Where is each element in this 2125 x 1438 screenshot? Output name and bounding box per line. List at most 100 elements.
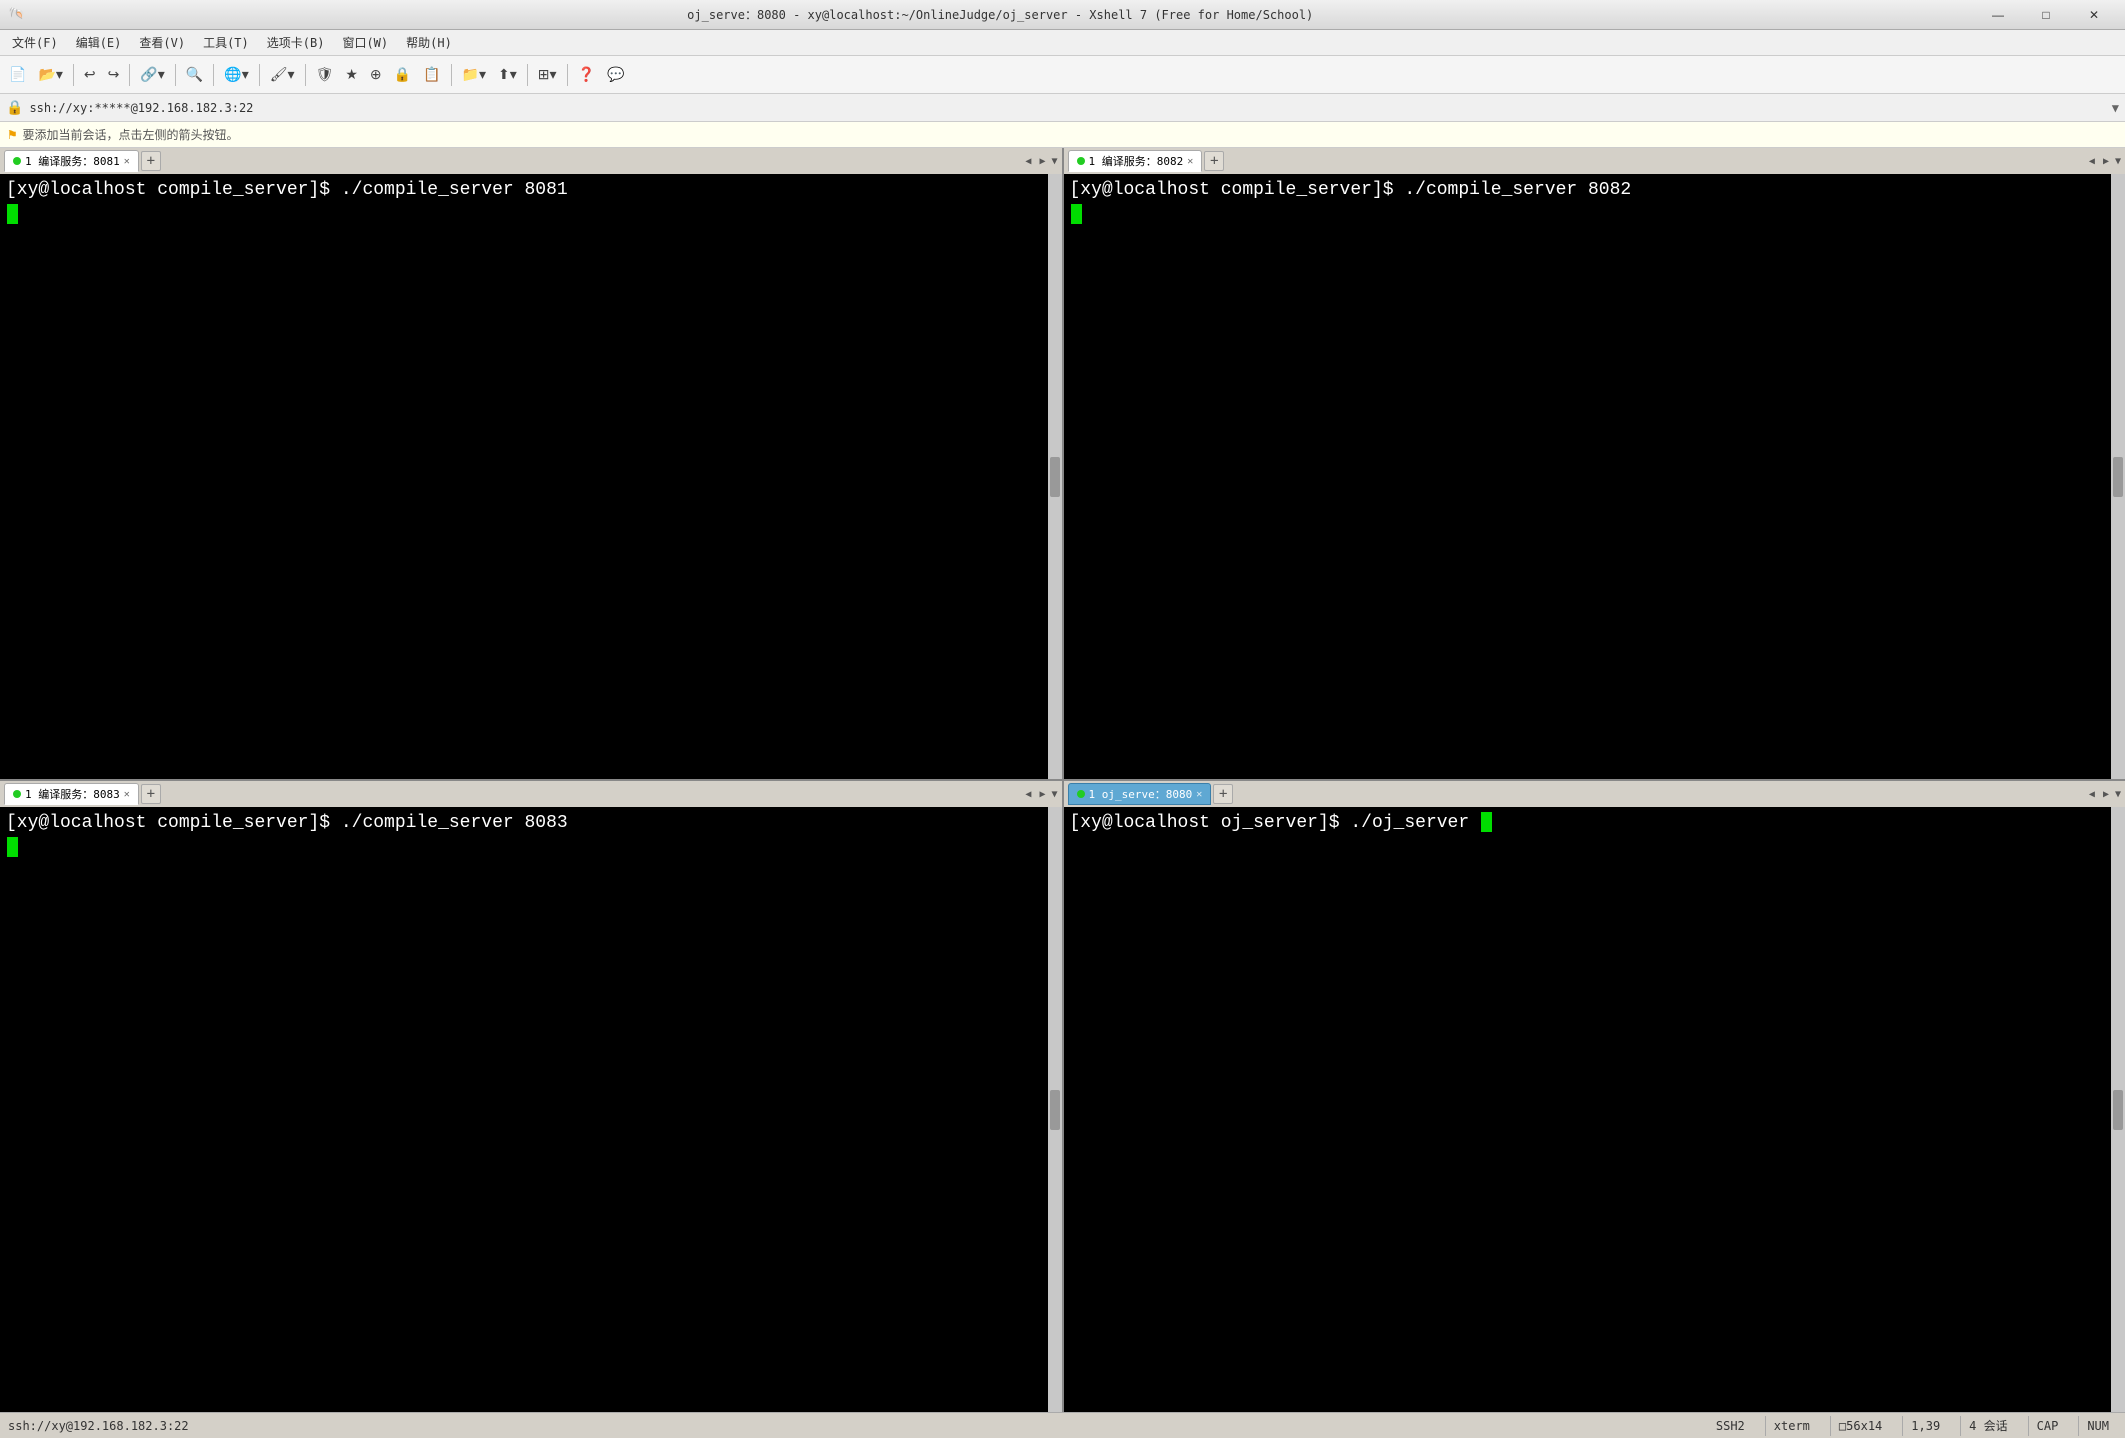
pane-bottom-left-tab-bar: 1 编译服务：8083 ✕ + ◀ ▶ ▼ <box>0 781 1062 807</box>
terminal-top-right[interactable]: [xy@localhost compile_server]$ ./compile… <box>1064 174 2112 779</box>
scrollbar-bottom-right[interactable] <box>2111 807 2125 1412</box>
address-text: ssh://xy:*****@192.168.182.3:22 <box>29 101 2105 115</box>
status-xterm: xterm <box>1765 1416 1818 1436</box>
pane-nav-bottom-right: ◀ ▶ ▼ <box>2087 789 2121 800</box>
maximize-button[interactable]: □ <box>2023 1 2069 29</box>
tab-add-button-bottom-left[interactable]: + <box>141 784 161 804</box>
tb-shield[interactable]: 🛡 <box>311 61 339 89</box>
main-content: 1 编译服务：8081 ✕ + ◀ ▶ ▼ [xy@localhost comp… <box>0 148 2125 1412</box>
pane-top-left: 1 编译服务：8081 ✕ + ◀ ▶ ▼ [xy@localhost comp… <box>0 148 1062 779</box>
tb-new[interactable]: 📄 <box>4 61 31 89</box>
toolbar-separator-5 <box>259 64 260 86</box>
tab-add-button-top-right[interactable]: + <box>1204 151 1224 171</box>
tab-compile-8083[interactable]: 1 编译服务：8083 ✕ <box>4 783 139 805</box>
pane-scroll-button[interactable]: ▼ <box>1051 156 1057 167</box>
tb-chat[interactable]: 💬 <box>602 61 629 89</box>
scroll-thumb-top-left[interactable] <box>1050 457 1060 497</box>
scrollbar-top-left[interactable] <box>1048 174 1062 779</box>
tab-close-8080[interactable]: ✕ <box>1196 789 1202 800</box>
tb-star[interactable]: ★ <box>340 61 363 89</box>
address-dropdown[interactable]: ▼ <box>2112 101 2119 115</box>
tb-undo[interactable]: ↩ <box>79 61 101 89</box>
tb-redo[interactable]: ↪ <box>103 61 125 89</box>
tb-globe[interactable]: 🌐▾ <box>219 61 253 89</box>
menu-tabs[interactable]: 选项卡(B) <box>259 31 333 54</box>
tb-open[interactable]: 📂▾ <box>33 61 67 89</box>
menu-window[interactable]: 窗口(W) <box>334 31 396 54</box>
tb-lock[interactable]: 🔒 <box>389 61 416 89</box>
scrollbar-top-right[interactable] <box>2111 174 2125 779</box>
pane-prev-button-br[interactable]: ◀ <box>2087 789 2097 800</box>
status-position: 1,39 <box>1902 1416 1948 1436</box>
menu-edit[interactable]: 编辑(E) <box>68 31 130 54</box>
status-dimensions: □ 56x14 <box>1830 1416 1890 1436</box>
pane-scroll-button-tr[interactable]: ▼ <box>2115 156 2121 167</box>
tab-compile-8082[interactable]: 1 编译服务：8082 ✕ <box>1068 150 1203 172</box>
status-connection: ssh://xy@192.168.182.3:22 <box>8 1419 189 1433</box>
tb-upload[interactable]: ⬆▾ <box>493 61 522 89</box>
tab-label-8082: 1 编译服务：8082 <box>1089 153 1184 169</box>
tab-left-group-br: 1 oj_serve：8080 ✕ + <box>1068 783 1234 805</box>
address-bar: 🔒 ssh://xy:*****@192.168.182.3:22 ▼ <box>0 94 2125 122</box>
tb-file2[interactable]: 📋 <box>418 61 445 89</box>
menu-tools[interactable]: 工具(T) <box>195 31 257 54</box>
tb-brush[interactable]: 🖌▾ <box>265 61 300 89</box>
tab-close-8082[interactable]: ✕ <box>1187 156 1193 167</box>
terminal-top-left[interactable]: [xy@localhost compile_server]$ ./compile… <box>0 174 1048 779</box>
tab-add-button-top-left[interactable]: + <box>141 151 161 171</box>
tb-help[interactable]: ❓ <box>573 61 600 89</box>
menu-file[interactable]: 文件(F) <box>4 31 66 54</box>
pane-prev-button-bl[interactable]: ◀ <box>1023 789 1033 800</box>
toolbar-separator-4 <box>213 64 214 86</box>
pane-next-button-bl[interactable]: ▶ <box>1037 789 1047 800</box>
terminal-line-8080: [xy@localhost oj_server]$ ./oj_server <box>1070 811 2106 836</box>
window-controls: — □ ✕ <box>1975 1 2117 29</box>
terminal-cursor-line-8082 <box>1070 203 2106 228</box>
tab-close-8083[interactable]: ✕ <box>124 789 130 800</box>
toolbar-separator-1 <box>73 64 74 86</box>
tb-target[interactable]: ⊕ <box>365 61 387 89</box>
pane-next-button-br[interactable]: ▶ <box>2101 789 2111 800</box>
pane-next-button-tr[interactable]: ▶ <box>2101 156 2111 167</box>
pane-next-button[interactable]: ▶ <box>1037 156 1047 167</box>
tab-add-button-bottom-right[interactable]: + <box>1213 784 1233 804</box>
pane-prev-button[interactable]: ◀ <box>1023 156 1033 167</box>
pane-top-left-inner: [xy@localhost compile_server]$ ./compile… <box>0 174 1062 779</box>
terminal-bottom-right[interactable]: [xy@localhost oj_server]$ ./oj_server <box>1064 807 2112 1412</box>
toolbar-separator-7 <box>451 64 452 86</box>
scroll-thumb-top-right[interactable] <box>2113 457 2123 497</box>
pane-bottom-right: 1 oj_serve：8080 ✕ + ◀ ▶ ▼ [xy@localhost … <box>1064 781 2125 1412</box>
tab-label-8083: 1 编译服务：8083 <box>25 786 120 802</box>
tab-status-dot-8080 <box>1077 790 1085 798</box>
tab-oj-server-8080[interactable]: 1 oj_serve：8080 ✕ <box>1068 783 1212 805</box>
pane-scroll-button-bl[interactable]: ▼ <box>1051 789 1057 800</box>
toolbar-separator-8 <box>527 64 528 86</box>
scrollbar-bottom-left[interactable] <box>1048 807 1062 1412</box>
toolbar-separator-9 <box>567 64 568 86</box>
tab-compile-8081[interactable]: 1 编译服务：8081 ✕ <box>4 150 139 172</box>
cursor-8083 <box>7 837 18 857</box>
menu-help[interactable]: 帮助(H) <box>398 31 460 54</box>
tb-find[interactable]: 🔍 <box>181 61 208 89</box>
tb-folder2[interactable]: 📁▾ <box>457 61 491 89</box>
status-right: SSH2 xterm □ 56x14 1,39 4 会话 CAP NUM <box>1708 1416 2117 1436</box>
scroll-thumb-bottom-right[interactable] <box>2113 1090 2123 1130</box>
terminal-bottom-left[interactable]: [xy@localhost compile_server]$ ./compile… <box>0 807 1048 1412</box>
tab-close-8081[interactable]: ✕ <box>124 156 130 167</box>
pane-prev-button-tr[interactable]: ◀ <box>2087 156 2097 167</box>
scroll-thumb-bottom-left[interactable] <box>1050 1090 1060 1130</box>
tb-connect[interactable]: 🔗▾ <box>135 61 169 89</box>
pane-nav-bottom-left: ◀ ▶ ▼ <box>1023 789 1057 800</box>
terminal-cursor-line-8081 <box>6 203 1042 228</box>
close-button[interactable]: ✕ <box>2071 1 2117 29</box>
terminal-line-8083: [xy@localhost compile_server]$ ./compile… <box>6 811 1042 836</box>
pane-scroll-button-br[interactable]: ▼ <box>2115 789 2121 800</box>
minimize-button[interactable]: — <box>1975 1 2021 29</box>
pane-bottom-left: 1 编译服务：8083 ✕ + ◀ ▶ ▼ [xy@localhost comp… <box>0 781 1062 1412</box>
menu-view[interactable]: 查看(V) <box>131 31 193 54</box>
tb-layout[interactable]: ⊞▾ <box>533 61 562 89</box>
info-bar: ⚑ 要添加当前会话，点击左侧的箭头按钮。 <box>0 122 2125 148</box>
pane-top-left-tab-bar: 1 编译服务：8081 ✕ + ◀ ▶ ▼ <box>0 148 1062 174</box>
terminal-line-8082: [xy@localhost compile_server]$ ./compile… <box>1070 178 2106 203</box>
cursor-8082 <box>1071 204 1082 224</box>
